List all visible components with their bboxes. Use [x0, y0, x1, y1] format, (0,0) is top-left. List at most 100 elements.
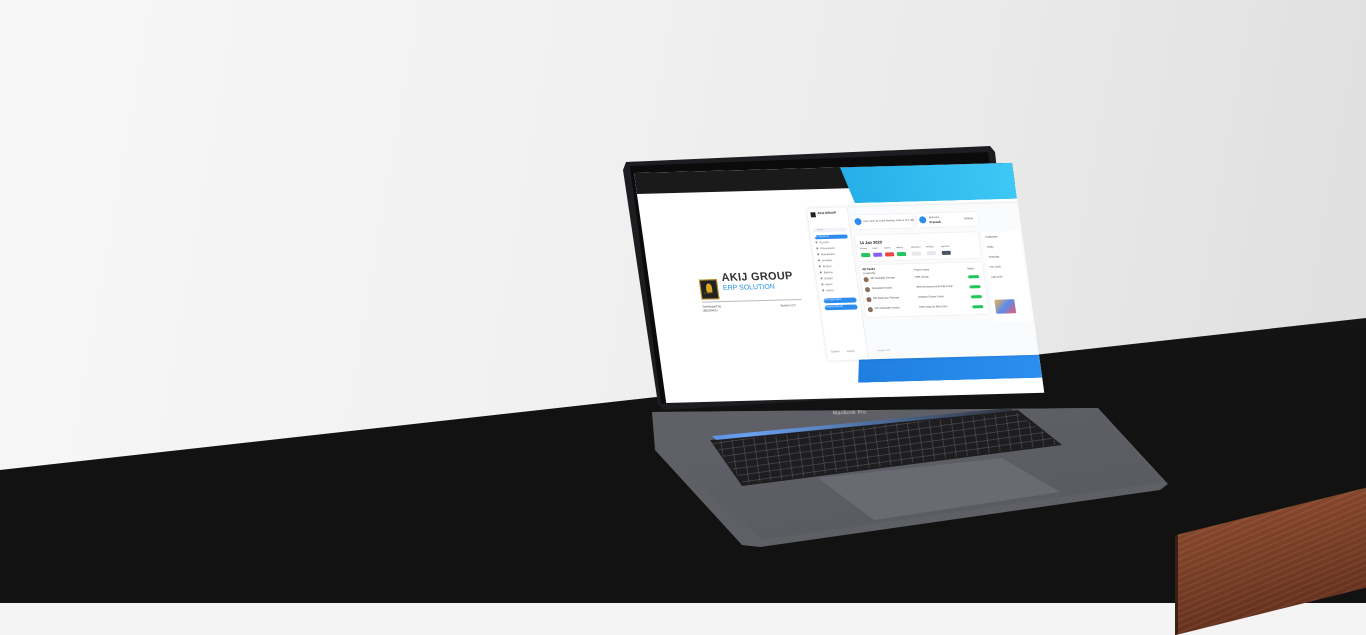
welcome-text: Hey, User! Its Good Morning. Have a nice…	[863, 218, 915, 223]
sidebar-item-label: Admin	[825, 283, 833, 287]
procurement-icon	[816, 247, 819, 250]
status-label-movement: Movement	[911, 246, 921, 249]
decor-cyan-shape	[840, 163, 1017, 204]
logout-link[interactable]: Logout	[847, 350, 855, 353]
laptop-screen: AKIJ GROUP AKIJ GROUP ERP SOLUTION Devel…	[634, 162, 1045, 403]
welcome-card: Hey, User! Its Good Morning. Have a nice…	[851, 213, 915, 230]
sidebar-item-procurement[interactable]: Procurement	[816, 246, 849, 251]
user-icon	[918, 216, 927, 224]
status-label-absent: Absent	[884, 247, 891, 250]
status-label-pending: Pending	[925, 246, 934, 249]
table-header-created-by: Created By	[862, 271, 876, 276]
device-label: MacBook Pro	[832, 409, 867, 417]
date-value: 14 Jan 2020	[859, 239, 883, 246]
status-present	[860, 252, 871, 258]
sidebar: AKIJ GROUP Search My Menu Account Procur…	[806, 207, 869, 361]
sidebar-item-banking[interactable]: Banking	[819, 270, 853, 275]
inventory-icon	[817, 259, 821, 262]
sidebar-search-input[interactable]: Search	[812, 227, 847, 233]
status-badge	[969, 285, 981, 289]
sidebar-item-inventory[interactable]: Inventory	[817, 258, 851, 263]
table-row[interactable]: MD Shahadat Hossain ERP Setup for Akij G…	[867, 303, 986, 315]
notification-this-week[interactable]: This week	[990, 265, 1002, 268]
brand-title: AKIJ GROUP	[720, 270, 794, 285]
status-approved	[941, 250, 952, 255]
illustration-image	[994, 299, 1017, 314]
status-badge	[967, 275, 980, 279]
table-header-project: Project Name	[914, 268, 930, 272]
product-icon	[818, 265, 821, 268]
table-title: All Tasks	[861, 266, 876, 272]
settings-label[interactable]: Settings	[964, 217, 973, 220]
divider	[701, 298, 802, 303]
row-project: ERP Setup for Akij Group	[919, 305, 948, 309]
pause-icon[interactable]	[854, 218, 863, 226]
avatar	[864, 287, 871, 293]
support-link[interactable]: Support	[831, 350, 840, 353]
status-badge	[970, 295, 983, 299]
sidebar-item-label: Account	[819, 241, 829, 245]
table-header-status: Status	[966, 267, 975, 271]
version-label: Version 2.0	[780, 303, 796, 308]
sidebar-item-product[interactable]: Product	[818, 264, 852, 269]
status-label-approved: Approved	[940, 245, 950, 248]
sidebar-item-label: Budget	[824, 277, 833, 281]
notification-today[interactable]: Today	[987, 246, 994, 249]
avatar	[863, 277, 869, 283]
sidebar-item-label: Manufacture	[821, 252, 836, 257]
sidebar-item-account[interactable]: Account	[815, 240, 848, 245]
sidebar-brand: AKIJ GROUP	[817, 210, 837, 216]
notification-title: Notification	[985, 235, 999, 239]
profile-card: Welcome Prerealt Settings	[915, 211, 979, 228]
button-label: Business Report	[824, 304, 843, 309]
avatar	[867, 307, 874, 313]
status-leave	[872, 252, 883, 257]
brand-subtitle: ERP SOLUTION	[722, 283, 776, 293]
erp-application-button[interactable]: ERP Application	[823, 297, 857, 304]
row-project: ERP Design	[915, 275, 929, 279]
sidebar-item-label: Banking	[823, 271, 833, 275]
row-name: MD Shahadat Hossain	[874, 306, 900, 311]
status-label-leave: Leave	[872, 247, 878, 250]
avatar	[866, 297, 872, 303]
row-project: ERP Development for Akij Group	[916, 284, 954, 289]
sidebar-item-manufacture[interactable]: Manufacture	[817, 252, 850, 257]
sidebar-logo-icon	[810, 212, 816, 218]
status-badge	[972, 305, 984, 309]
copyright: Copyright 2020	[876, 349, 891, 353]
sidebar-item-label: Inventory	[821, 258, 833, 263]
search-placeholder: Search	[816, 229, 824, 232]
status-label-present: Present	[860, 247, 868, 251]
attendance-card: 14 Jan 2020 Present Leave Absent Holiday…	[854, 231, 982, 262]
button-label: ERP Application	[823, 297, 842, 302]
row-name: MD Shahjalal Hossain	[870, 276, 896, 281]
budget-icon	[820, 277, 823, 280]
admin-icon	[821, 283, 824, 286]
status-absent	[884, 252, 895, 257]
sidebar-item-label: Product	[822, 265, 832, 269]
akij-logo-icon: AKIJ GROUP	[698, 279, 720, 300]
tasks-table: All Tasks Created By Project Name Status…	[858, 261, 990, 318]
sidebar-item-label: My Menu	[818, 234, 830, 239]
status-pending	[926, 251, 937, 256]
sidebar-item-others[interactable]: Others	[822, 288, 855, 293]
sidebar-item-label: Others	[826, 289, 834, 293]
sidebar-item-label: Procurement	[820, 246, 835, 251]
profile-name: Prerealt	[929, 219, 941, 225]
business-report-button[interactable]: Business Report	[824, 304, 858, 311]
status-holiday	[896, 251, 907, 257]
sidebar-item-budget[interactable]: Budget	[820, 276, 853, 281]
status-movement	[911, 251, 922, 256]
others-icon	[822, 289, 825, 292]
sidebar-item-admin[interactable]: Admin	[821, 282, 854, 287]
menu-icon	[814, 235, 817, 238]
sidebar-item-my-menu[interactable]: My Menu	[814, 234, 848, 240]
row-name: Shahadat Hossain	[871, 286, 893, 291]
erp-app-window: AKIJ GROUP Search My Menu Account Procur…	[806, 202, 1039, 361]
notification-yesterday[interactable]: Yesterday	[988, 255, 999, 258]
banking-icon	[819, 271, 822, 274]
logo-text: AKIJ GROUP	[703, 293, 714, 295]
developed-by: Developed by IBOS/AKIJ	[702, 304, 722, 313]
notification-last-week[interactable]: Last week	[991, 275, 1003, 278]
row-project: Software Design Group	[917, 295, 945, 299]
